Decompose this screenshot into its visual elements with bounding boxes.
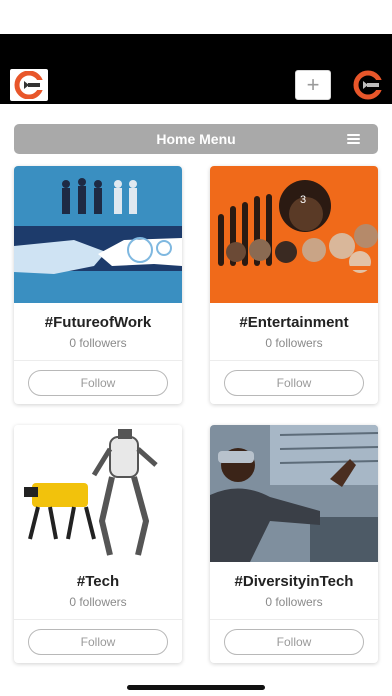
home-menu-label: Home Menu — [156, 131, 236, 147]
svg-text:3: 3 — [300, 194, 306, 206]
status-bar — [0, 0, 392, 34]
card-followers-count: 0 followers — [265, 595, 323, 609]
card-divider — [210, 619, 378, 620]
card-divider — [14, 360, 182, 361]
follow-button[interactable]: Follow — [28, 370, 168, 396]
card-title: #FutureofWork — [44, 314, 152, 331]
c-brand-icon[interactable] — [350, 69, 386, 101]
c-logo-icon[interactable] — [10, 69, 48, 101]
celebrity-collage-image: 3 — [210, 166, 378, 303]
card-divider — [210, 360, 378, 361]
follow-button[interactable]: Follow — [224, 370, 364, 396]
card-divider — [14, 619, 182, 620]
topic-card-entertainment[interactable]: 3 #Entertainment 0 followers Follow — [210, 166, 378, 404]
vr-headset-person-image — [210, 425, 378, 562]
card-followers-count: 0 followers — [69, 336, 127, 350]
robots-image — [14, 425, 182, 562]
topic-card-diversityintech[interactable]: #DiversityinTech 0 followers Follow — [210, 425, 378, 663]
card-followers-count: 0 followers — [265, 336, 323, 350]
card-title: #DiversityinTech — [234, 573, 354, 590]
topic-card-tech[interactable]: #Tech 0 followers Follow — [14, 425, 182, 663]
card-title: #Tech — [76, 573, 120, 590]
follow-button[interactable]: Follow — [224, 629, 364, 655]
add-button[interactable]: + — [295, 70, 331, 100]
topic-card-futureofwork[interactable]: #FutureofWork 0 followers Follow — [14, 166, 182, 404]
top-navigation-bar: + — [0, 34, 392, 104]
robot-handshake-image — [14, 166, 182, 303]
hamburger-icon[interactable] — [347, 134, 360, 144]
card-title: #Entertainment — [239, 314, 349, 331]
follow-button[interactable]: Follow — [28, 629, 168, 655]
home-menu-bar[interactable]: Home Menu — [14, 124, 378, 154]
card-followers-count: 0 followers — [69, 595, 127, 609]
home-indicator[interactable] — [127, 685, 265, 690]
